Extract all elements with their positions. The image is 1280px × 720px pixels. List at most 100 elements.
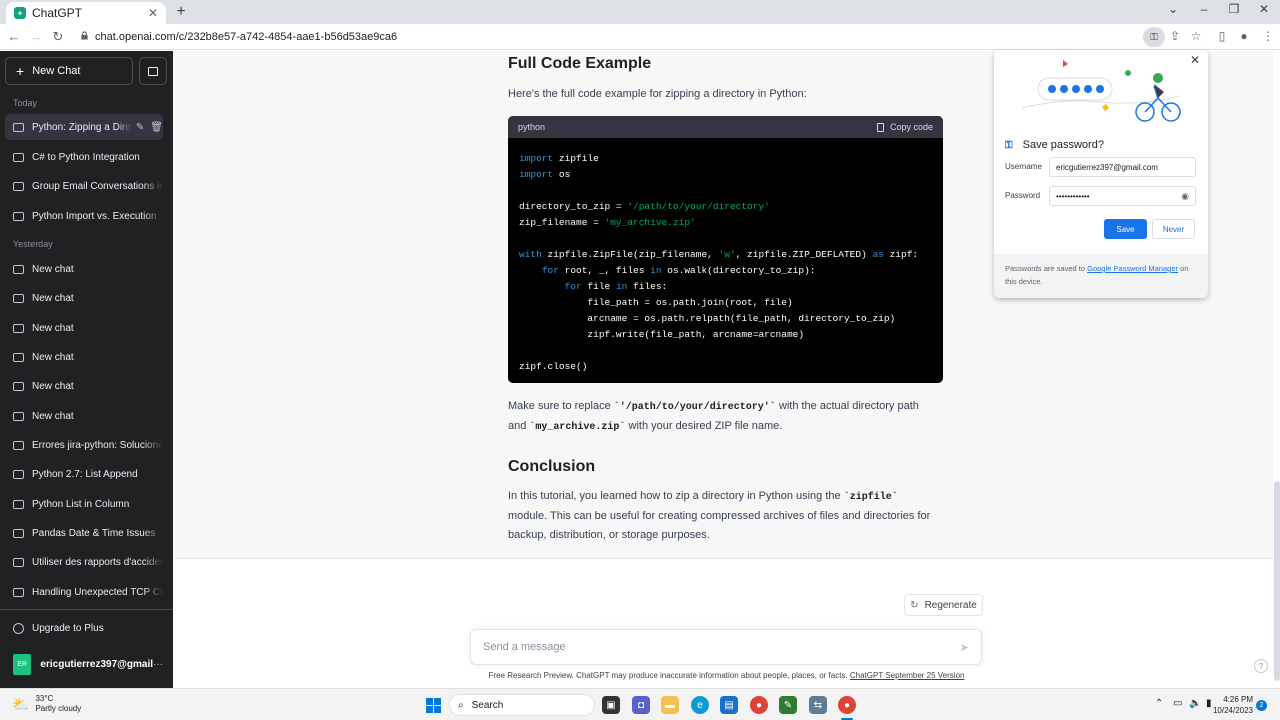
chat-item[interactable]: Pandas Date & Time Issues	[5, 520, 163, 546]
chat-item-label: New chat	[32, 322, 74, 334]
chat-item[interactable]: Python Import vs. Execution	[5, 203, 163, 229]
chat-item[interactable]: New chat	[5, 256, 163, 282]
lock-icon[interactable]	[80, 31, 89, 40]
taskbar: ⛅ 33°C Partly cloudy ⌕ Search ▣ ◘ ▬ e ▤ …	[0, 688, 1280, 720]
new-tab-icon[interactable]: +	[174, 3, 188, 21]
weather-description: Partly cloudy	[35, 704, 82, 713]
username-field[interactable]: ericgutierrez397@gmail.com	[1049, 157, 1196, 177]
notepad-app-icon[interactable]: ✎	[779, 696, 797, 714]
section-label-today: Today	[13, 98, 38, 108]
microsoft-store-icon[interactable]: ▤	[720, 696, 738, 714]
account-menu[interactable]: ER ericgutierrez397@gmail ···	[13, 654, 163, 675]
chat-item[interactable]: Group Email Conversations in	[5, 173, 163, 199]
help-icon[interactable]: ?	[1254, 659, 1268, 673]
chat-item[interactable]: Python 2.7: List Append	[5, 461, 163, 487]
chat-item[interactable]: Utiliser des rapports d'accidents	[5, 549, 163, 575]
scrollbar[interactable]	[1274, 481, 1280, 681]
password-manager-link[interactable]: Google Password Manager	[1087, 264, 1178, 273]
message-input[interactable]	[483, 641, 960, 653]
section-label-yesterday: Yesterday	[13, 239, 53, 249]
heading-full-code-example: Full Code Example	[508, 55, 652, 72]
profile-icon[interactable]: ●	[1236, 29, 1252, 43]
chat-bubble-icon	[13, 557, 24, 567]
send-icon[interactable]: ➤	[960, 641, 969, 654]
copy-code-button[interactable]: Copy code	[876, 122, 933, 132]
edit-pencil-icon[interactable]: ✎	[136, 122, 144, 133]
password-field[interactable]: •••••••••••• ◉	[1049, 186, 1196, 206]
chat-item-label: New chat	[32, 380, 74, 392]
tab-search-chevron-icon[interactable]: ⌄	[1164, 2, 1182, 16]
more-dots-icon[interactable]: ···	[153, 659, 163, 670]
browser-titlebar: ✦ ChatGPT ✕ + ⌄ – ❐ ✕	[0, 0, 1280, 24]
close-icon[interactable]: ✕	[1190, 53, 1200, 67]
teams-chat-icon[interactable]: ◘	[632, 696, 650, 714]
notification-badge[interactable]: 2	[1256, 700, 1267, 711]
chat-item-label: Python: Zipping a Dire	[32, 121, 131, 133]
regenerate-button[interactable]: ↻ Regenerate	[904, 594, 983, 616]
chat-item[interactable]: Python List in Column	[5, 491, 163, 517]
chrome-icon[interactable]: ●	[750, 696, 768, 714]
save-password-dialog: ✕ ⚿ Save password? Username ericgutierre…	[994, 50, 1208, 298]
minimize-icon[interactable]: –	[1195, 2, 1213, 16]
account-name: ericgutierrez397@gmail	[40, 659, 153, 670]
url-field[interactable]: chat.openai.com/c/232b8e57-a742-4854-aae…	[95, 31, 397, 43]
bookmark-star-icon[interactable]: ☆	[1188, 29, 1204, 43]
conclusion-paragraph: In this tutorial, you learned how to zip…	[508, 490, 931, 541]
browser-tab[interactable]: ✦ ChatGPT ✕	[6, 2, 166, 24]
tab-close-icon[interactable]: ✕	[148, 6, 158, 20]
chat-item[interactable]: New chat	[5, 285, 163, 311]
menu-kebab-icon[interactable]: ⋮	[1260, 29, 1276, 43]
chat-item[interactable]: New chat	[5, 373, 163, 399]
reload-icon[interactable]: ↻	[50, 29, 66, 45]
chat-bubble-icon	[13, 293, 24, 303]
chat-item[interactable]: Errores jira-python: Soluciones	[5, 432, 163, 458]
tray-chevron-icon[interactable]: ⌃	[1155, 698, 1163, 709]
chat-item-active[interactable]: Python: Zipping a Dire ✎ 🗑	[5, 114, 163, 140]
username-value: ericgutierrez397@gmail.com	[1056, 162, 1158, 172]
key-icon: ⚿	[1005, 139, 1013, 151]
version-link[interactable]: ChatGPT September 25 Version	[850, 671, 965, 680]
chat-item-label: Group Email Conversations in	[32, 180, 163, 192]
back-icon[interactable]: ←	[6, 29, 22, 44]
never-button[interactable]: Never	[1152, 219, 1195, 239]
share-icon[interactable]: ⇪	[1167, 29, 1183, 43]
save-button[interactable]: Save	[1104, 219, 1147, 239]
network-icon[interactable]: ▭	[1173, 698, 1182, 709]
file-explorer-icon[interactable]: ▬	[661, 696, 679, 714]
toggle-sidebar-button[interactable]	[139, 57, 167, 85]
password-illustration	[1021, 60, 1181, 122]
chat-bubble-icon	[13, 587, 24, 597]
edge-browser-icon[interactable]: e	[691, 696, 709, 714]
chat-item[interactable]: New chat	[5, 403, 163, 429]
chat-item-label: New chat	[32, 263, 74, 275]
side-panel-icon[interactable]: ▯	[1214, 29, 1230, 43]
volume-icon[interactable]: 🔈	[1189, 698, 1201, 709]
weather-temperature: 33°C	[35, 694, 54, 703]
task-view-icon[interactable]: ▣	[602, 696, 620, 714]
password-key-icon[interactable]: ⚿	[1143, 27, 1165, 47]
eye-icon[interactable]: ◉	[1181, 191, 1189, 202]
delete-trash-icon[interactable]: 🗑	[150, 122, 163, 133]
maximize-icon[interactable]: ❐	[1225, 2, 1243, 16]
weather-widget[interactable]: ⛅ 33°C Partly cloudy	[12, 694, 81, 714]
close-window-icon[interactable]: ✕	[1255, 2, 1273, 16]
chat-item[interactable]: New chat	[5, 344, 163, 370]
taskbar-search[interactable]: ⌕ Search	[449, 694, 595, 716]
new-chat-button[interactable]: + New Chat	[5, 57, 133, 85]
chat-bubble-icon	[13, 528, 24, 538]
forward-icon[interactable]: →	[28, 29, 44, 44]
chrome-active-icon[interactable]: ●	[838, 696, 856, 714]
system-clock[interactable]: 4:26 PM 10/24/2023	[1205, 694, 1253, 716]
chat-item[interactable]: Handling Unexpected TCP Close	[5, 579, 163, 605]
chat-item[interactable]: C# to Python Integration	[5, 144, 163, 170]
windows-start-icon[interactable]	[426, 698, 441, 713]
code-block: python Copy code import zipfile import o…	[508, 116, 943, 383]
save-password-title: Save password?	[1022, 139, 1104, 151]
chat-bubble-icon	[13, 411, 24, 421]
network-app-icon[interactable]: ⇆	[809, 696, 827, 714]
chat-item[interactable]: New chat	[5, 315, 163, 341]
password-value: ••••••••••••	[1056, 191, 1090, 201]
message-composer: ➤	[470, 629, 982, 665]
copy-code-label: Copy code	[889, 122, 933, 132]
upgrade-to-plus-button[interactable]: Upgrade to Plus	[13, 623, 104, 634]
